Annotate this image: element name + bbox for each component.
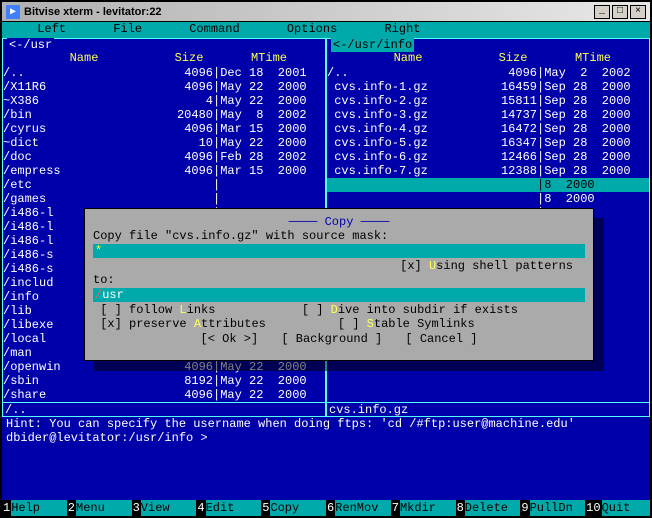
fnkey-delete[interactable]: 8Delete [456, 500, 521, 516]
copy-prompt: Copy file "cvs.info.gz" with source mask… [93, 229, 585, 243]
cancel-button[interactable]: [ Cancel ] [397, 332, 485, 346]
menu-right[interactable]: Right [357, 22, 440, 38]
fnkey-edit[interactable]: 4Edit [196, 500, 261, 516]
table-row[interactable]: |8 2000 [327, 178, 649, 192]
copy-dialog: ──── Copy ──── Copy file "cvs.info.gz" w… [84, 208, 594, 361]
table-row[interactable]: cvs.info-2.gz15811|Sep 28 2000 [327, 94, 649, 108]
table-row[interactable]: /X11R64096|May 22 2000 [3, 80, 325, 94]
fnkey-quit[interactable]: 10Quit [585, 500, 650, 516]
fnkey-view[interactable]: 3View [132, 500, 197, 516]
col-size: Size [165, 51, 213, 65]
menu-left[interactable]: Left [10, 22, 86, 38]
table-row[interactable]: cvs.info-3.gz14737|Sep 28 2000 [327, 108, 649, 122]
menu-options[interactable]: Options [260, 22, 358, 38]
options-row-1: [ ] follow Links [ ] Dive into subdir if… [93, 303, 585, 317]
table-row[interactable]: ~dict10|May 22 2000 [3, 136, 325, 150]
xterm-window: ▶ Bitvise xterm - levitator:22 _ □ × Lef… [0, 0, 652, 518]
table-row[interactable]: /cyrus4096|Mar 15 2000 [3, 122, 325, 136]
menu-file[interactable]: File [86, 22, 162, 38]
table-row[interactable]: /..4096|May 2 2002 [327, 66, 649, 80]
table-row[interactable]: /etc| [3, 178, 325, 192]
col-name: Name [3, 51, 165, 65]
background-button[interactable]: [ Background ] [273, 332, 390, 346]
table-row[interactable]: ~X3864|May 22 2000 [3, 94, 325, 108]
table-row[interactable]: /doc4096|Feb 28 2002 [3, 150, 325, 164]
to-label: to: [93, 273, 585, 287]
close-button[interactable]: × [630, 5, 646, 19]
function-key-bar: 1Help2Menu3View4Edit5Copy6RenMov7Mkdir8D… [2, 500, 650, 516]
table-row[interactable]: cvs.info-7.gz12388|Sep 28 2000 [327, 164, 649, 178]
table-row[interactable]: cvs.info-1.gz16459|Sep 28 2000 [327, 80, 649, 94]
col-size: Size [489, 51, 537, 65]
table-row[interactable]: /openwin4096|May 22 2000 [3, 360, 325, 374]
col-mtime: MTime [213, 51, 325, 65]
fnkey-pulldn[interactable]: 9PullDn [520, 500, 585, 516]
table-row[interactable]: /..4096|Dec 18 2001 [3, 66, 325, 80]
shell-patterns-checkbox[interactable]: [x] Using shell patterns [93, 259, 585, 273]
dest-input[interactable]: /usr [93, 288, 585, 302]
hint-line: Hint: You can specify the username when … [6, 417, 646, 431]
fnkey-mkdir[interactable]: 7Mkdir [391, 500, 456, 516]
table-row[interactable]: /share4096|May 22 2000 [3, 388, 325, 402]
terminal-area[interactable]: Hint: You can specify the username when … [2, 417, 650, 445]
menu-command[interactable]: Command [162, 22, 260, 38]
right-panel-footer: cvs.info.gz [327, 402, 649, 416]
table-row[interactable]: |8 2000 [327, 192, 649, 206]
menubar: Left File Command Options Right [2, 22, 650, 38]
options-row-2: [x] preserve Attributes [ ] Stable Symli… [93, 317, 585, 331]
fnkey-copy[interactable]: 5Copy [261, 500, 326, 516]
ok-button[interactable]: [< Ok >] [193, 332, 267, 346]
prompt-line: dbider@levitator:/usr/info > [6, 431, 646, 445]
left-panel-path: <-/usr [7, 38, 54, 52]
app-icon: ▶ [6, 5, 20, 19]
table-row[interactable]: /games| [3, 192, 325, 206]
table-row[interactable]: /sbin8192|May 22 2000 [3, 374, 325, 388]
table-row[interactable]: cvs.info-4.gz16472|Sep 28 2000 [327, 122, 649, 136]
titlebar[interactable]: ▶ Bitvise xterm - levitator:22 _ □ × [2, 2, 650, 22]
maximize-button[interactable]: □ [612, 5, 628, 19]
left-panel-footer: /.. [3, 402, 325, 416]
window-title: Bitvise xterm - levitator:22 [24, 6, 594, 18]
dialog-title: ──── Copy ──── [93, 215, 585, 229]
table-row[interactable]: /bin20480|May 8 2002 [3, 108, 325, 122]
fnkey-menu[interactable]: 2Menu [67, 500, 132, 516]
fnkey-renmov[interactable]: 6RenMov [326, 500, 391, 516]
source-mask-input[interactable]: * [93, 244, 585, 258]
right-panel-path: <-/usr/info [331, 38, 414, 52]
table-row[interactable]: cvs.info-5.gz16347|Sep 28 2000 [327, 136, 649, 150]
table-row[interactable]: cvs.info-6.gz12466|Sep 28 2000 [327, 150, 649, 164]
minimize-button[interactable]: _ [594, 5, 610, 19]
col-mtime: MTime [537, 51, 649, 65]
fnkey-help[interactable]: 1Help [2, 500, 67, 516]
col-name: Name [327, 51, 489, 65]
table-row[interactable]: /empress4096|Mar 15 2000 [3, 164, 325, 178]
dialog-buttons: [< Ok >] [ Background ] [ Cancel ] [93, 332, 585, 346]
